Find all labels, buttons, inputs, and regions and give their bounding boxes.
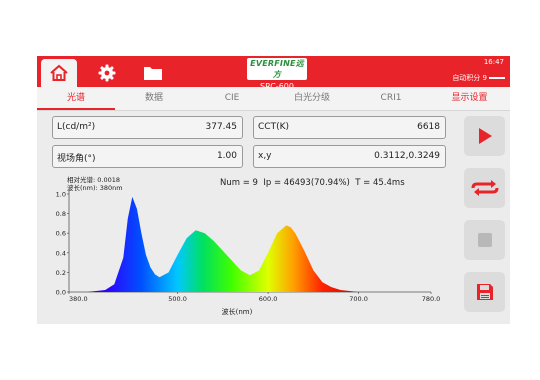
xy-value: 0.3112,0.3249: [374, 151, 440, 161]
y-tick-label: 0.4: [56, 249, 66, 257]
spectrum-area: [69, 196, 431, 292]
cct-value: 6618: [417, 122, 440, 132]
auto-integration-status: 自动积分 9: [452, 73, 505, 83]
save-button[interactable]: [464, 272, 505, 312]
play-icon: [478, 128, 492, 144]
device-screen: EVERFINE远方 SRC-600 16:47 自动积分 9 光谱 数据 CI…: [37, 56, 510, 324]
annotation-wavelength: 波长(nm): 380nm: [67, 183, 123, 192]
play-button[interactable]: [464, 116, 505, 156]
x-tick-label: 600.0: [259, 295, 278, 303]
spectrum-chart: 0.0 0.2 0.4 0.6 0.8 1.0 380.0 500.0 600.0 700.0 78…: [56, 176, 441, 316]
view-angle-label: 视场角(°): [57, 154, 96, 164]
integration-bar: [489, 77, 505, 79]
brand-logo: EVERFINE远方: [247, 58, 307, 80]
x-tick-label: 700.0: [349, 295, 368, 303]
y-tick-label: 1.0: [56, 191, 66, 199]
luminance-field: L(cd/m²) 377.45: [52, 116, 243, 139]
top-bar: EVERFINE远方 SRC-600 16:47 自动积分 9: [37, 56, 510, 91]
x-tick-label: 380.0: [69, 295, 88, 303]
luminance-value: 377.45: [205, 122, 238, 132]
x-tick-label: 780.0: [422, 295, 441, 303]
stop-button[interactable]: [464, 220, 505, 260]
view-angle-field: 视场角(°) 1.00: [52, 145, 243, 168]
y-tick-label: 0.8: [56, 210, 66, 218]
xy-field: x,y 0.3112,0.3249: [253, 145, 446, 168]
loop-button[interactable]: [464, 168, 505, 208]
tab-spectrum[interactable]: 光谱: [37, 87, 115, 110]
home-icon: [50, 64, 68, 81]
view-angle-value: 1.00: [216, 151, 237, 161]
save-icon: [476, 284, 493, 300]
loop-icon: [471, 180, 498, 196]
xy-label: x,y: [258, 151, 272, 161]
auto-integration-label: 自动积分 9: [452, 74, 487, 82]
clock: 16:47: [483, 58, 504, 66]
luminance-label: L(cd/m²): [57, 122, 96, 132]
folder-button[interactable]: [135, 59, 171, 86]
tab-white-binning[interactable]: 白光分级: [271, 87, 353, 110]
folder-icon: [144, 66, 162, 80]
y-tick-label: 0.6: [56, 230, 66, 238]
x-tick-label: 500.0: [168, 295, 187, 303]
tab-display-settings[interactable]: 显示设置: [429, 87, 510, 110]
home-button[interactable]: [41, 59, 77, 87]
tab-data[interactable]: 数据: [115, 87, 193, 110]
gear-icon: [98, 64, 116, 81]
tab-bar: 光谱 数据 CIE 白光分级 CRI1 显示设置: [37, 87, 510, 111]
y-tick-label: 0.0: [56, 289, 66, 297]
settings-button[interactable]: [89, 59, 125, 86]
tab-cri[interactable]: CRI1: [353, 87, 429, 110]
cct-field: CCT(K) 6618: [253, 116, 446, 139]
y-tick-label: 0.2: [56, 269, 66, 277]
cct-label: CCT(K): [258, 122, 289, 132]
x-axis-label: 波长(nm): [222, 307, 253, 316]
tab-cie[interactable]: CIE: [193, 87, 271, 110]
annotation-relative: 相对光谱: 0.0018: [67, 176, 120, 184]
stop-icon: [477, 233, 492, 247]
